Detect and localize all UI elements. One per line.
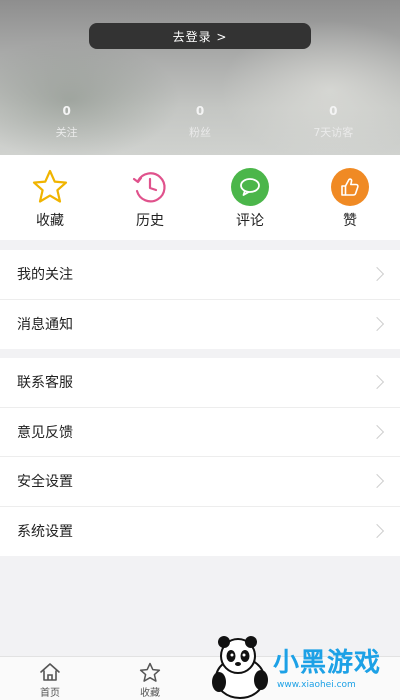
watermark-text: 小黑游戏 <box>273 648 382 678</box>
stats-row: 0 关注 0 粉丝 0 7天访客 <box>0 104 400 140</box>
stat-value: 0 <box>329 104 338 118</box>
menu-item-feedback[interactable]: 意见反馈 <box>0 408 400 457</box>
quick-comments[interactable]: 评论 <box>200 155 300 240</box>
quick-label: 历史 <box>136 213 164 229</box>
history-icon <box>130 167 170 207</box>
menu-item-contact-support[interactable]: 联系客服 <box>0 358 400 408</box>
stat-value: 0 <box>195 104 205 118</box>
quick-likes[interactable]: 赞 <box>300 155 400 240</box>
profile-header: 去登录 > 0 关注 0 粉丝 0 7天访客 <box>0 0 400 155</box>
menu-item-label: 系统设置 <box>17 524 73 541</box>
chevron-right-icon <box>369 524 385 539</box>
star-outline-icon <box>138 661 162 683</box>
menu-item-label: 安全设置 <box>17 474 73 491</box>
stat-label: 7天访客 <box>313 126 354 139</box>
stat-label: 关注 <box>55 126 78 139</box>
quick-label: 收藏 <box>36 213 64 229</box>
quick-favorites[interactable]: 收藏 <box>0 155 100 240</box>
quick-label: 赞 <box>343 213 357 229</box>
chevron-right-icon <box>369 424 385 439</box>
stat-fans[interactable]: 0 粉丝 <box>133 104 266 140</box>
menu-item-my-following[interactable]: 我的关注 <box>0 250 400 300</box>
stat-value: 0 <box>62 104 71 118</box>
chevron-right-icon <box>369 474 385 489</box>
tab-label: 首页 <box>40 688 60 699</box>
home-icon <box>38 661 62 683</box>
stat-visitors[interactable]: 0 7天访客 <box>267 104 400 140</box>
menu-item-label: 联系客服 <box>17 375 73 392</box>
comment-icon <box>230 167 270 207</box>
panda-icon <box>212 636 268 699</box>
quick-history[interactable]: 历史 <box>100 155 200 240</box>
menu-item-notifications[interactable]: 消息通知 <box>0 300 400 350</box>
watermark-logo: 小黑游戏 www.xiaohei.com <box>205 632 400 700</box>
stat-label: 粉丝 <box>188 126 211 139</box>
menu-item-label: 我的关注 <box>17 267 73 284</box>
quick-actions: 收藏 历史 评论 赞 <box>0 155 400 240</box>
tab-label: 收藏 <box>140 688 160 699</box>
menu-item-label: 意见反馈 <box>17 424 73 441</box>
tab-home[interactable]: 首页 <box>0 657 100 700</box>
thumbs-up-icon <box>330 167 370 207</box>
menu-item-security-settings[interactable]: 安全设置 <box>0 457 400 507</box>
login-button[interactable]: 去登录 > <box>89 23 311 49</box>
menu-item-system-settings[interactable]: 系统设置 <box>0 507 400 557</box>
star-icon <box>30 167 70 207</box>
stat-following[interactable]: 0 关注 <box>0 104 133 140</box>
chevron-right-icon <box>369 267 385 282</box>
tab-favorites[interactable]: 收藏 <box>100 657 200 700</box>
menu-group-2: 联系客服 意见反馈 安全设置 系统设置 <box>0 358 400 556</box>
menu-group-1: 我的关注 消息通知 <box>0 250 400 349</box>
chevron-right-icon <box>369 375 385 390</box>
quick-label: 评论 <box>236 213 264 229</box>
menu-item-label: 消息通知 <box>17 317 73 334</box>
watermark-url: www.xiaohei.com <box>277 680 356 690</box>
chevron-right-icon <box>369 317 385 332</box>
